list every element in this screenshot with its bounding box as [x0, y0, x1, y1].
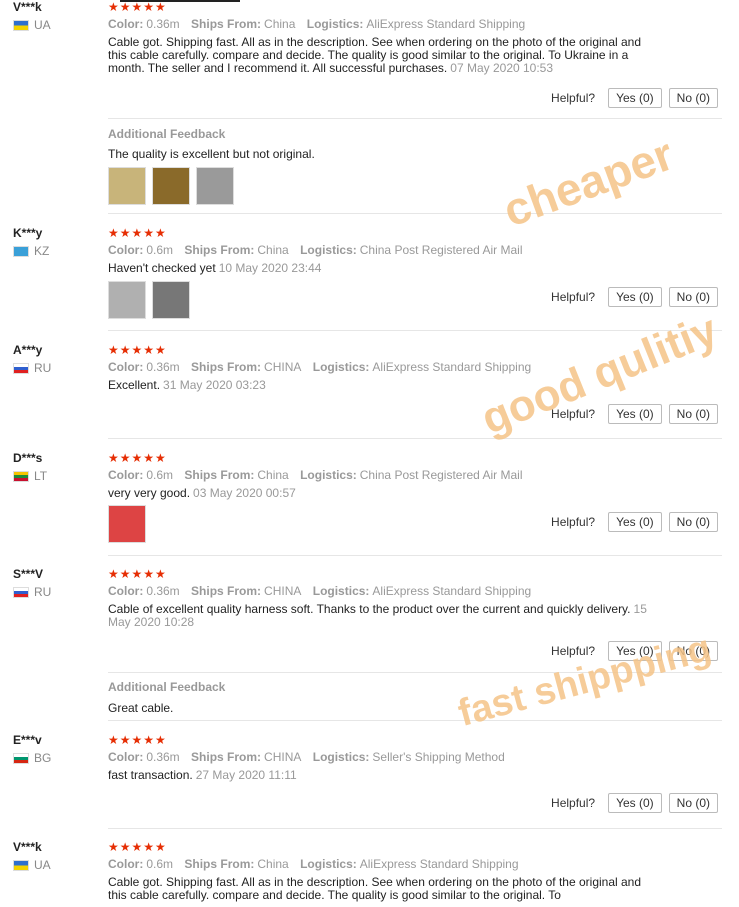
review-text: very very good. 03 May 2020 00:57 — [108, 486, 296, 500]
rating-stars: ★★★★★ — [108, 451, 167, 465]
review-text: Excellent. 31 May 2020 03:23 — [108, 378, 266, 392]
review-photo[interactable] — [152, 167, 190, 205]
additional-feedback-text: The quality is excellent but not origina… — [108, 147, 315, 161]
review-date: 27 May 2020 11:11 — [195, 768, 297, 782]
helpful-yes-button[interactable]: Yes (0) — [608, 404, 662, 424]
divider — [108, 828, 722, 829]
reviewer-country: RU — [13, 585, 51, 599]
review-photo[interactable] — [196, 167, 234, 205]
helpful-no-button[interactable]: No (0) — [668, 287, 718, 307]
reviewer-name: D***s — [13, 451, 43, 465]
review-date: 31 May 2020 03:23 — [163, 378, 266, 392]
review-photo[interactable] — [108, 505, 146, 543]
flag-ru-icon — [13, 362, 29, 374]
review-meta: Color: 0.36m Ships From: China Logistics: A… — [108, 17, 526, 31]
review-photos — [108, 505, 152, 543]
helpful-yes-button[interactable]: Yes (0) — [608, 287, 662, 307]
helpful-no-button[interactable]: No (0) — [668, 88, 718, 108]
review-meta: Color: 0.6m Ships From: China Logistics: Ch… — [108, 468, 523, 482]
review-date: 07 May 2020 10:53 — [450, 61, 554, 75]
helpful-controls: Helpful? Yes (0) No (0) — [551, 512, 718, 532]
additional-feedback-text: Great cable. — [108, 701, 174, 715]
reviewer-name: A***y — [13, 343, 43, 357]
review-photo[interactable] — [108, 281, 146, 319]
helpful-controls: Helpful? Yes (0) No (0) — [551, 793, 718, 813]
helpful-controls: Helpful? Yes (0) No (0) — [551, 404, 718, 424]
review-meta: Color: 0.36m Ships From: CHINA Logistics: A… — [108, 360, 532, 374]
flag-ua-icon — [13, 859, 29, 871]
review-text: Cable got. Shipping fast. All as in the … — [108, 875, 642, 902]
rating-stars: ★★★★★ — [108, 343, 167, 357]
additional-feedback-title: Additional Feedback — [108, 127, 226, 141]
helpful-no-button[interactable]: No (0) — [668, 641, 718, 661]
rating-stars: ★★★★★ — [108, 840, 167, 854]
reviewer-name: V***k — [13, 0, 42, 14]
review-date: 03 May 2020 00:57 — [193, 486, 296, 500]
review-date: 10 May 2020 23:44 — [218, 261, 322, 275]
review-meta: Color: 0.6m Ships From: China Logistics: Al… — [108, 857, 519, 871]
reviewer-country: RU — [13, 361, 51, 375]
helpful-controls: Helpful? Yes (0) No (0) — [551, 88, 718, 108]
rating-stars: ★★★★★ — [108, 226, 167, 240]
review-text: Cable got. Shipping fast. All as in the … — [108, 35, 642, 75]
review-text: Haven't checked yet 10 May 2020 23:44 — [108, 261, 322, 275]
review-meta: Color: 0.36m Ships From: CHINA Logistics: S… — [108, 750, 505, 764]
divider — [108, 118, 722, 119]
additional-feedback-title: Additional Feedback — [108, 680, 226, 694]
review-photo[interactable] — [152, 281, 190, 319]
review-text: Cable of excellent quality harness soft.… — [108, 602, 647, 629]
flag-bg-icon — [13, 752, 29, 764]
rating-stars: ★★★★★ — [108, 0, 167, 14]
review-text: fast transaction. 27 May 2020 11:11 — [108, 768, 297, 782]
review-meta: Color: 0.6m Ships From: China Logistics: Ch… — [108, 243, 523, 257]
divider — [108, 213, 722, 214]
helpful-no-button[interactable]: No (0) — [668, 793, 718, 813]
helpful-yes-button[interactable]: Yes (0) — [608, 512, 662, 532]
helpful-no-button[interactable]: No (0) — [668, 512, 718, 532]
helpful-no-button[interactable]: No (0) — [668, 404, 718, 424]
helpful-controls: Helpful? Yes (0) No (0) — [551, 287, 718, 307]
reviewer-name: E***v — [13, 733, 42, 747]
reviewer-name: S***V — [13, 567, 44, 581]
review-photos — [108, 281, 196, 319]
review-photo[interactable] — [108, 167, 146, 205]
reviewer-country: UA — [13, 858, 51, 872]
helpful-yes-button[interactable]: Yes (0) — [608, 88, 662, 108]
watermark-cheaper: cheaper — [496, 127, 681, 237]
flag-lt-icon — [13, 470, 29, 482]
reviewer-name: K***y — [13, 226, 43, 240]
helpful-yes-button[interactable]: Yes (0) — [608, 793, 662, 813]
rating-stars: ★★★★★ — [108, 567, 167, 581]
reviewer-country: KZ — [13, 244, 49, 258]
flag-ru-icon — [13, 586, 29, 598]
reviewer-country: LT — [13, 469, 47, 483]
helpful-controls: Helpful? Yes (0) No (0) — [551, 641, 718, 661]
reviewer-country: BG — [13, 751, 51, 765]
flag-kz-icon — [13, 245, 29, 257]
divider — [108, 720, 722, 721]
helpful-yes-button[interactable]: Yes (0) — [608, 641, 662, 661]
flag-ua-icon — [13, 19, 29, 31]
review-photos — [108, 167, 240, 205]
divider — [108, 438, 722, 439]
rating-stars: ★★★★★ — [108, 733, 167, 747]
reviewer-name: V***k — [13, 840, 42, 854]
divider — [108, 330, 722, 331]
reviewer-country: UA — [13, 18, 51, 32]
divider — [108, 672, 722, 673]
divider — [108, 555, 722, 556]
review-meta: Color: 0.36m Ships From: CHINA Logistics: A… — [108, 584, 532, 598]
